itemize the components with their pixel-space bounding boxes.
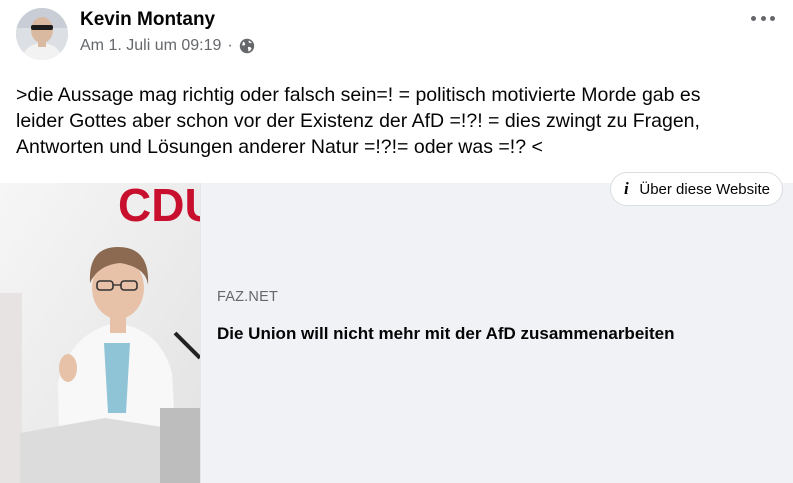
author-name[interactable]: Kevin Montany — [80, 9, 215, 31]
link-preview-image[interactable]: CDU — [0, 183, 200, 483]
link-domain: FAZ.NET — [217, 289, 279, 305]
link-title[interactable]: Die Union will nicht mehr mit der AfD zu… — [217, 324, 675, 344]
post-text-line: >die Aussage mag richtig oder falsch sei… — [16, 84, 701, 106]
post-timestamp[interactable]: Am 1. Juli um 09:19 — [80, 37, 221, 55]
globe-icon[interactable] — [239, 38, 255, 54]
more-icon[interactable] — [751, 10, 775, 26]
post-text-line: Antworten und Lösungen anderer Natur =!?… — [16, 136, 543, 158]
post-header: Kevin Montany Am 1. Juli um 09:19 · — [0, 0, 793, 70]
post-text-line: leider Gottes aber schon vor der Existen… — [16, 110, 700, 132]
avatar[interactable] — [16, 8, 68, 60]
cdu-logo-text: CDU — [118, 183, 200, 231]
meta-separator: · — [227, 37, 233, 54]
post-meta: Am 1. Juli um 09:19 · — [80, 37, 255, 55]
post-text: >die Aussage mag richtig oder falsch sei… — [16, 82, 776, 160]
about-website-button[interactable]: i Über diese Website — [610, 172, 783, 206]
link-preview-card[interactable]: CDU FAZ.NET Die Union will nicht mehr mi… — [0, 183, 793, 483]
link-preview-body[interactable]: FAZ.NET Die Union will nicht mehr mit de… — [200, 183, 793, 483]
info-icon: i — [624, 179, 629, 198]
about-website-label: Über diese Website — [639, 180, 770, 198]
